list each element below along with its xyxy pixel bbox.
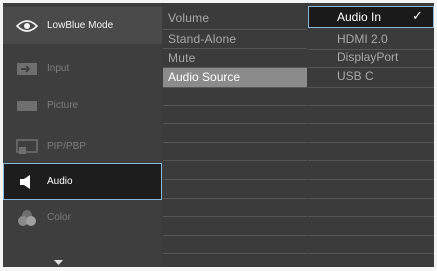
color-circles-icon <box>16 209 38 226</box>
submenu-item-mute[interactable]: Mute <box>168 51 195 65</box>
menu-item-picture[interactable]: Picture <box>3 87 162 124</box>
menu-item-label: PIP/PBP <box>47 141 86 152</box>
picture-icon <box>16 98 38 114</box>
audio-source-options: Audio In ✓ HDMI 2.0 DisplayPort USB C <box>308 3 434 267</box>
menu-item-label: Input <box>47 63 70 74</box>
speaker-icon <box>16 174 38 190</box>
submenu-item-label: Audio Source <box>168 70 241 84</box>
menu-item-label: Picture <box>47 100 79 111</box>
option-hdmi-2-0[interactable]: HDMI 2.0 <box>337 32 388 46</box>
input-icon <box>16 61 38 77</box>
menu-item-pip-pbp[interactable]: PIP/PBP <box>3 128 162 165</box>
eye-icon <box>16 18 38 34</box>
main-menu: LowBlue Mode Input Picture PIP/PBP Audio… <box>3 3 162 267</box>
menu-item-audio[interactable]: Audio <box>3 163 162 200</box>
submenu-item-audio-source[interactable]: Audio Source <box>163 68 307 87</box>
menu-item-input[interactable]: Input <box>3 50 162 87</box>
menu-item-label: Audio <box>47 176 73 187</box>
option-usb-c[interactable]: USB C <box>337 69 374 83</box>
option-displayport[interactable]: DisplayPort <box>337 50 398 64</box>
submenu-item-volume[interactable]: Volume <box>168 11 209 25</box>
option-audio-in[interactable]: Audio In ✓ <box>308 6 434 28</box>
pip-icon <box>16 138 38 155</box>
submenu-item-stand-alone[interactable]: Stand-Alone <box>168 32 236 46</box>
menu-item-label: Color <box>47 212 71 223</box>
chevron-down-icon[interactable] <box>54 253 63 271</box>
menu-item-label: LowBlue Mode <box>47 20 114 31</box>
option-label: Audio In <box>337 10 382 24</box>
checkmark-icon: ✓ <box>412 8 423 23</box>
osd-menu: LowBlue Mode Input Picture PIP/PBP Audio… <box>3 3 434 267</box>
menu-item-lowblue-mode[interactable]: LowBlue Mode <box>3 7 162 44</box>
menu-item-color[interactable]: Color <box>3 199 162 236</box>
audio-submenu: Volume Stand-Alone Mute Audio Source <box>163 3 307 267</box>
